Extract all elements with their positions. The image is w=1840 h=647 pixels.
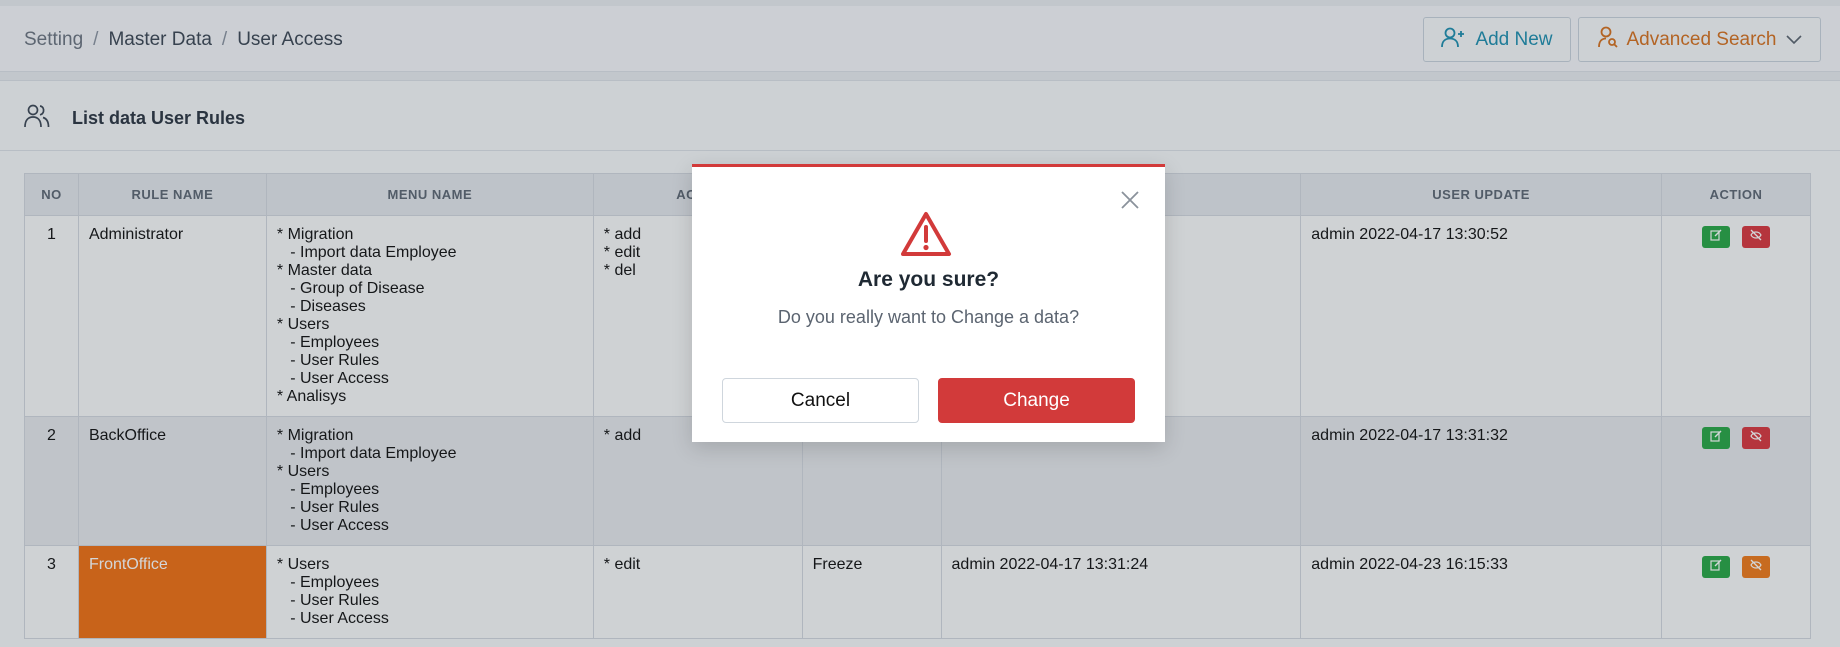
change-button[interactable]: Change [938,378,1135,423]
dialog-title: Are you sure? [857,268,1000,291]
close-icon[interactable] [1119,189,1141,211]
cancel-button[interactable]: Cancel [722,378,919,423]
dialog-message: Do you really want to Change a data? [777,307,1080,327]
warning-icon [900,211,952,262]
confirm-dialog: Are you sure? Do you really want to Chan… [692,164,1165,442]
